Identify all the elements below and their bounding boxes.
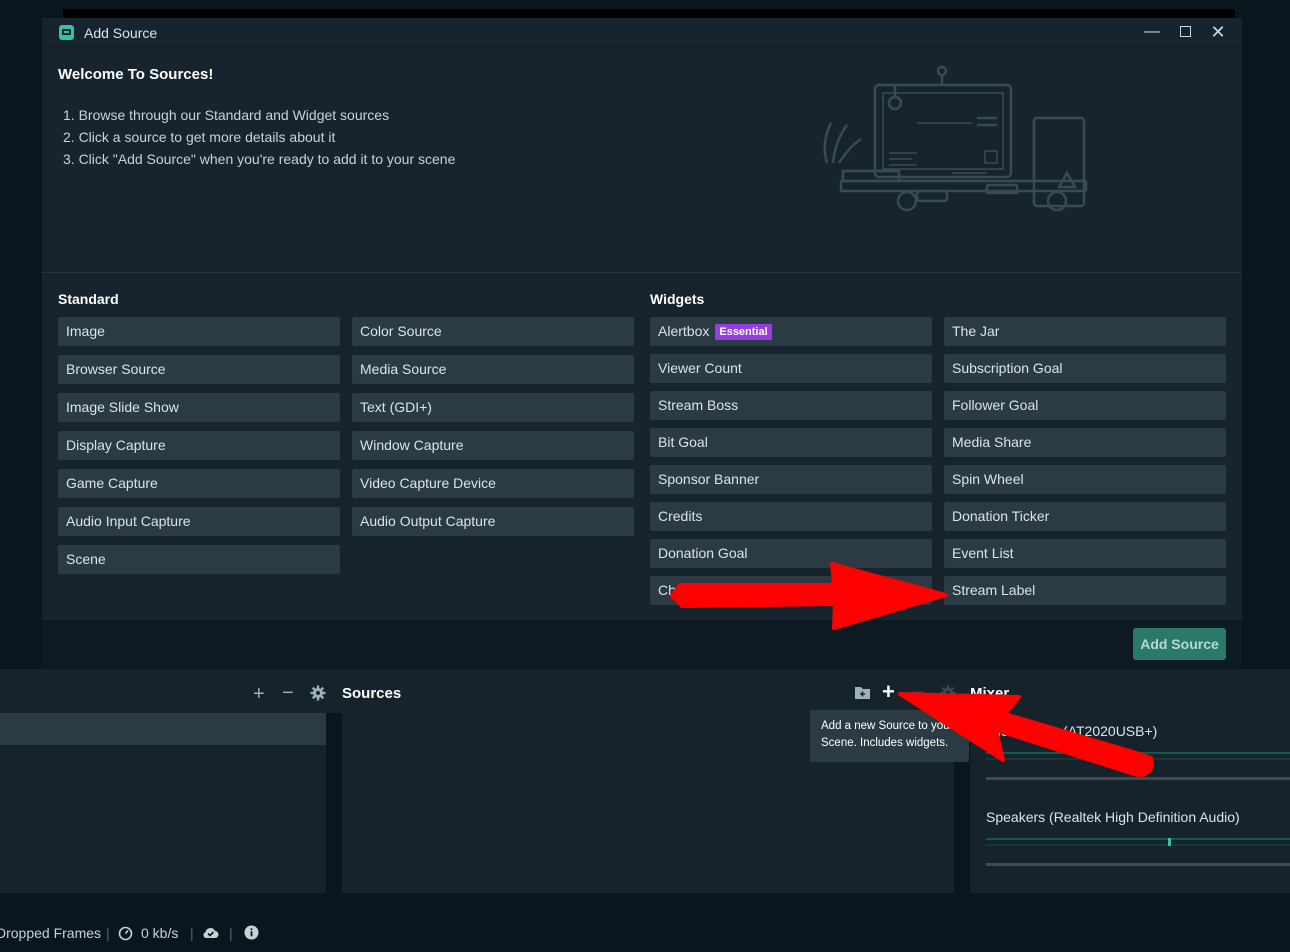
source-image-slide-show[interactable]: Image Slide Show <box>58 393 340 422</box>
dialog-title: Add Source <box>84 25 158 41</box>
scene-settings-gear-icon[interactable] <box>310 685 326 701</box>
sources-panel-title: Sources <box>342 685 402 702</box>
essential-badge: Essential <box>715 324 772 340</box>
streamlabs-app-icon <box>59 25 74 40</box>
widget-bit-goal[interactable]: Bit Goal <box>650 428 932 457</box>
scenes-panel <box>0 713 326 893</box>
status-separator: | <box>229 925 233 941</box>
mixer-panel-title: Mixer <box>970 685 1010 702</box>
remove-source-icon[interactable]: − <box>912 683 924 703</box>
widget-donation-ticker[interactable]: Donation Ticker <box>944 502 1226 531</box>
maximize-icon <box>1179 26 1191 38</box>
source-window-capture[interactable]: Window Capture <box>352 431 634 460</box>
scene-row-selected[interactable] <box>0 713 326 745</box>
widget-spin-wheel[interactable]: Spin Wheel <box>944 465 1226 494</box>
microphone-level-meter <box>986 752 1290 754</box>
mixer-item-speakers-label: Speakers (Realtek High Definition Audio) <box>986 809 1240 825</box>
status-separator: | <box>190 925 194 941</box>
widget-donation-goal[interactable]: Donation Goal <box>650 539 932 568</box>
add-folder-icon[interactable] <box>854 685 871 700</box>
sources-illustration <box>823 65 1088 212</box>
source-game-capture[interactable]: Game Capture <box>58 469 340 498</box>
source-scene[interactable]: Scene <box>58 545 340 574</box>
welcome-title: Welcome To Sources! <box>58 66 214 83</box>
widget-event-list[interactable]: Event List <box>944 539 1226 568</box>
widget-credits[interactable]: Credits <box>650 502 932 531</box>
welcome-steps: 1. Browse through our Standard and Widge… <box>63 104 455 170</box>
source-audio-input-capture[interactable]: Audio Input Capture <box>58 507 340 536</box>
speakers-volume-slider[interactable] <box>986 863 1290 866</box>
status-separator: | <box>106 925 110 941</box>
add-source-button[interactable]: Add Source <box>1133 628 1226 660</box>
maximize-button[interactable] <box>1173 21 1197 43</box>
widget-viewer-count[interactable]: Viewer Count <box>650 354 932 383</box>
widget-sponsor-banner[interactable]: Sponsor Banner <box>650 465 932 494</box>
source-text-gdi[interactable]: Text (GDI+) <box>352 393 634 422</box>
dialog-titlebar: Add Source — ✕ <box>42 18 1242 47</box>
widget-chatbox[interactable]: Chatbox <box>650 576 932 605</box>
source-color-source[interactable]: Color Source <box>352 317 634 346</box>
widget-the-jar[interactable]: The Jar <box>944 317 1226 346</box>
microphone-volume-slider[interactable] <box>986 777 1290 780</box>
source-audio-output-capture[interactable]: Audio Output Capture <box>352 507 634 536</box>
speakers-level-meter-2 <box>986 844 1290 846</box>
microphone-level-meter-2 <box>986 758 1290 760</box>
dialog-divider <box>42 272 1242 273</box>
add-source-tooltip: Add a new Source to your Scene. Includes… <box>810 710 969 762</box>
top-strip <box>63 9 1235 18</box>
mixer-item-microphone-label: Microphone (AT2020USB+) <box>986 723 1158 739</box>
widget-media-share[interactable]: Media Share <box>944 428 1226 457</box>
widget-follower-goal[interactable]: Follower Goal <box>944 391 1226 420</box>
panel-headers: + − Sources + − Mixer <box>0 669 1290 713</box>
widget-stream-boss[interactable]: Stream Boss <box>650 391 932 420</box>
remove-scene-icon[interactable]: − <box>282 683 294 703</box>
mixer-panel: Microphone (AT2020USB+) Speakers (Realte… <box>970 713 1290 893</box>
dialog-footer: Add Source <box>42 620 1242 669</box>
add-scene-icon[interactable]: + <box>253 684 265 704</box>
speakers-level-meter <box>986 838 1290 840</box>
close-button[interactable]: ✕ <box>1206 21 1230 43</box>
source-browser-source[interactable]: Browser Source <box>58 355 340 384</box>
welcome-step: 1. Browse through our Standard and Widge… <box>63 107 390 123</box>
tooltip-line: Scene. Includes widgets. <box>821 737 949 749</box>
add-source-dialog: Add Source — ✕ Welcome To Sources! 1. Br… <box>42 18 1242 669</box>
minimize-button[interactable]: — <box>1140 21 1164 43</box>
source-video-capture-device[interactable]: Video Capture Device <box>352 469 634 498</box>
bitrate-gauge-icon <box>118 926 133 941</box>
widget-alertbox-label: Alertbox <box>658 323 710 339</box>
bitrate-value: 0 kb/s <box>141 925 179 941</box>
source-settings-gear-icon[interactable] <box>940 685 956 701</box>
speakers-peak-marker <box>1168 838 1171 846</box>
tooltip-line: Add a new Source to your <box>821 720 954 732</box>
widgets-section-title: Widgets <box>650 291 705 307</box>
standard-section-title: Standard <box>58 291 119 307</box>
widget-stream-label[interactable]: Stream Label <box>944 576 1226 605</box>
widget-subscription-goal[interactable]: Subscription Goal <box>944 354 1226 383</box>
cloud-backup-icon[interactable] <box>202 926 219 939</box>
info-icon[interactable] <box>244 925 259 940</box>
dropped-frames-label: Dropped Frames <box>0 925 102 941</box>
source-display-capture[interactable]: Display Capture <box>58 431 340 460</box>
status-bar: Dropped Frames | 0 kb/s | | <box>0 910 1290 952</box>
add-source-plus-icon[interactable]: + <box>882 681 895 703</box>
source-image[interactable]: Image <box>58 317 340 346</box>
welcome-step: 2. Click a source to get more details ab… <box>63 129 336 145</box>
source-media-source[interactable]: Media Source <box>352 355 634 384</box>
widget-alertbox[interactable]: Alertbox Essential <box>650 317 932 346</box>
welcome-step: 3. Click "Add Source" when you're ready … <box>63 151 456 167</box>
